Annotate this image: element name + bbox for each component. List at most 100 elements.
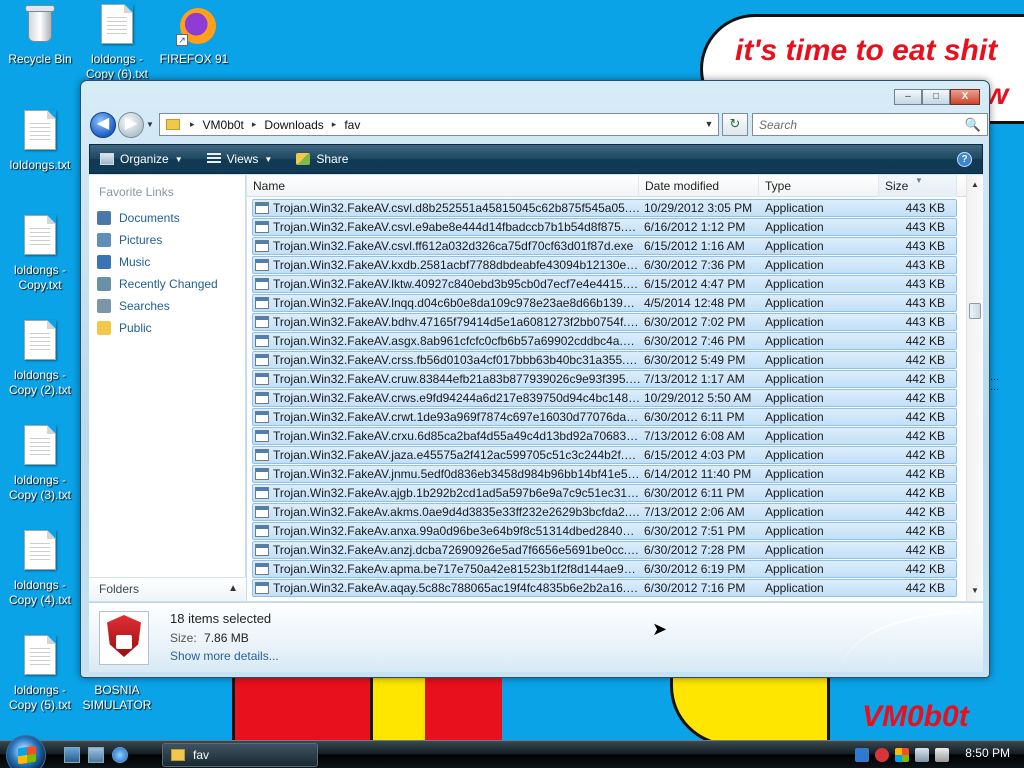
file-type: Application	[765, 371, 824, 386]
file-row[interactable]: Trojan.Win32.FakeAV.lktw.40927c840ebd3b9…	[252, 274, 957, 293]
desktop-icon-loldongs-copy-6[interactable]: loldongs - Copy (6).txt	[77, 4, 157, 82]
application-icon	[255, 524, 269, 537]
pictures-icon	[97, 233, 111, 247]
favorite-link-recently-changed[interactable]: Recently Changed	[95, 273, 218, 295]
file-name: Trojan.Win32.FakeAV.crxu.6d85ca2baf4d55a…	[273, 428, 641, 443]
vertical-scrollbar[interactable]: ▲ ▼	[966, 175, 983, 601]
column-header-type[interactable]: Type	[759, 175, 879, 197]
close-button[interactable]: X	[950, 89, 980, 105]
views-button[interactable]: Views ▼	[206, 152, 272, 166]
network-icon[interactable]	[915, 748, 929, 762]
refresh-button[interactable]: ↻	[722, 113, 748, 136]
volume-muted-icon[interactable]	[935, 748, 949, 762]
breadcrumb-separator[interactable]: ▸	[252, 119, 257, 130]
desktop-icon-loldongs[interactable]: loldongs.txt	[0, 110, 80, 173]
file-row[interactable]: Trojan.Win32.FakeAV.csvl.ff612a032d326ca…	[252, 236, 957, 255]
column-header-date-modified[interactable]: Date modified	[639, 175, 759, 197]
column-headers: Name Date modified Type Size ▼	[247, 175, 967, 197]
scroll-up-button[interactable]: ▲	[967, 177, 983, 193]
file-row[interactable]: Trojan.Win32.FakeAV.crss.fb56d0103a4cf01…	[252, 350, 957, 369]
column-header-name[interactable]: Name	[247, 175, 639, 197]
scroll-down-button[interactable]: ▼	[967, 583, 983, 599]
text-file-icon	[24, 110, 56, 150]
desktop-icon-loldongs-copy-2[interactable]: loldongs - Copy (2).txt	[0, 320, 80, 398]
breadcrumb-separator[interactable]: ▸	[332, 119, 337, 130]
windows-update-icon[interactable]	[895, 748, 909, 762]
show-desktop-icon[interactable]	[64, 747, 80, 763]
start-button[interactable]	[6, 735, 46, 768]
file-type: Application	[765, 219, 824, 234]
recent-pages-dropdown[interactable]: ▼	[146, 120, 156, 130]
address-dropdown-button[interactable]: ▼	[702, 116, 716, 133]
desktop-icon-loldongs-copy-3[interactable]: loldongs - Copy (3).txt	[0, 425, 80, 503]
file-name: Trojan.Win32.FakeAV.crws.e9fd94244a6d217…	[273, 390, 641, 405]
desktop-icon-firefox[interactable]: ↗ FIREFOX 91	[154, 4, 234, 67]
share-button[interactable]: Share	[296, 152, 348, 166]
file-size: 442 KB	[905, 352, 945, 367]
file-row[interactable]: Trojan.Win32.FakeAV.lnqq.d04c6b0e8da109c…	[252, 293, 957, 312]
file-date: 6/30/2012 6:11 PM	[644, 485, 745, 500]
desktop-icon-loldongs-copy-5[interactable]: loldongs - Copy (5).txt	[0, 635, 80, 713]
show-more-details-link[interactable]: Show more details...	[170, 649, 279, 663]
minimize-button[interactable]: –	[894, 89, 922, 105]
folders-label: Folders	[99, 582, 140, 596]
organize-button[interactable]: Organize ▼	[100, 152, 183, 166]
file-row[interactable]: Trojan.Win32.FakeAV.cruw.83844efb21a83b8…	[252, 369, 957, 388]
file-row[interactable]: Trojan.Win32.FakeAV.crwt.1de93a969f7874c…	[252, 407, 957, 426]
favorite-link-pictures[interactable]: Pictures	[95, 229, 218, 251]
favorite-link-music[interactable]: Music	[95, 251, 218, 273]
maximize-button[interactable]: □	[922, 89, 950, 105]
clock[interactable]: 8:50 PM	[965, 746, 1010, 760]
file-row[interactable]: Trojan.Win32.FakeAV.kxdb.2581acbf7788dbd…	[252, 255, 957, 274]
selection-size: Size: 7.86 MB	[170, 631, 249, 645]
breadcrumb-separator[interactable]: ▸	[190, 119, 195, 130]
file-row[interactable]: Trojan.Win32.FakeAv.anxa.99a0d96be3e64b9…	[252, 521, 957, 540]
file-row[interactable]: Trojan.Win32.FakeAv.ajgb.1b292b2cd1ad5a5…	[252, 483, 957, 502]
address-bar[interactable]: ▸ VM0b0t ▸ Downloads ▸ fav ▼	[159, 113, 719, 136]
folders-toggle[interactable]: Folders ▲	[89, 577, 246, 601]
switch-windows-icon[interactable]	[88, 747, 104, 763]
file-row[interactable]: Trojan.Win32.FakeAV.crws.e9fd94244a6d217…	[252, 388, 957, 407]
security-alert-icon[interactable]	[875, 748, 889, 762]
file-row[interactable]: Trojan.Win32.FakeAv.anzj.dcba72690926e5a…	[252, 540, 957, 559]
favorite-link-searches[interactable]: Searches	[95, 295, 218, 317]
file-row[interactable]: Trojan.Win32.FakeAv.aqay.5c88c788065ac19…	[252, 578, 957, 597]
favorite-link-documents[interactable]: Documents	[95, 207, 218, 229]
internet-explorer-icon[interactable]	[112, 747, 128, 763]
file-row[interactable]: Trojan.Win32.FakeAV.crxu.6d85ca2baf4d55a…	[252, 426, 957, 445]
desktop-icon-recycle-bin[interactable]: Recycle Bin	[0, 4, 80, 67]
file-row[interactable]: Trojan.Win32.FakeAV.jnmu.5edf0d836eb3458…	[252, 464, 957, 483]
file-name-cell: Trojan.Win32.FakeAV.csvl.e9abe8e444d14fb…	[252, 220, 641, 234]
decorative-swoosh	[843, 611, 973, 669]
file-row[interactable]: Trojan.Win32.FakeAV.asgx.8ab961cfcfc0cfb…	[252, 331, 957, 350]
desktop-icon-loldongs-copy-4[interactable]: loldongs - Copy (4).txt	[0, 530, 80, 608]
file-name: Trojan.Win32.FakeAv.akms.0ae9d4d3835e33f…	[273, 504, 641, 519]
forward-button[interactable]: ▶	[118, 112, 144, 138]
file-row[interactable]: Trojan.Win32.FakeAv.akms.0ae9d4d3835e33f…	[252, 502, 957, 521]
file-name-cell: Trojan.Win32.FakeAV.crss.fb56d0103a4cf01…	[252, 353, 641, 367]
breadcrumb-fav[interactable]: fav	[344, 118, 360, 132]
search-icon[interactable]: 🔍	[965, 117, 981, 133]
folder-icon	[166, 119, 180, 130]
favorite-link-public[interactable]: Public	[95, 317, 218, 339]
file-name-cell: Trojan.Win32.FakeAV.kxdb.2581acbf7788dbd…	[252, 258, 641, 272]
file-row[interactable]: Trojan.Win32.FakeAV.csvl.d8b252551a45815…	[252, 198, 957, 217]
breadcrumb-downloads[interactable]: Downloads	[264, 118, 323, 132]
file-row[interactable]: Trojan.Win32.FakeAv.apma.be717e750a42e81…	[252, 559, 957, 578]
desktop-icon-loldongs-copy[interactable]: loldongs - Copy.txt	[0, 215, 80, 293]
column-header-size[interactable]: Size ▼	[879, 175, 957, 197]
taskbar-button-fav[interactable]: fav	[162, 743, 318, 767]
file-name-cell: Trojan.Win32.FakeAV.csvl.d8b252551a45815…	[252, 201, 641, 215]
search-input[interactable]: Search 🔍	[752, 113, 988, 136]
file-row[interactable]: Trojan.Win32.FakeAV.csvl.e9abe8e444d14fb…	[252, 217, 957, 236]
taskbar: fav 8:50 PM	[0, 735, 1024, 768]
help-icon[interactable]: ?	[957, 152, 972, 167]
breadcrumb-vm0b0t[interactable]: VM0b0t	[203, 118, 244, 132]
scroll-thumb[interactable]	[969, 303, 981, 319]
application-icon	[255, 429, 269, 442]
file-row[interactable]: Trojan.Win32.FakeAV.jaza.e45575a2f412ac5…	[252, 445, 957, 464]
file-row[interactable]: Trojan.Win32.FakeAV.bdhv.47165f79414d5e1…	[252, 312, 957, 331]
bluetooth-icon[interactable]	[855, 748, 869, 762]
back-button[interactable]: ◀	[90, 112, 116, 138]
file-type: Application	[765, 504, 824, 519]
